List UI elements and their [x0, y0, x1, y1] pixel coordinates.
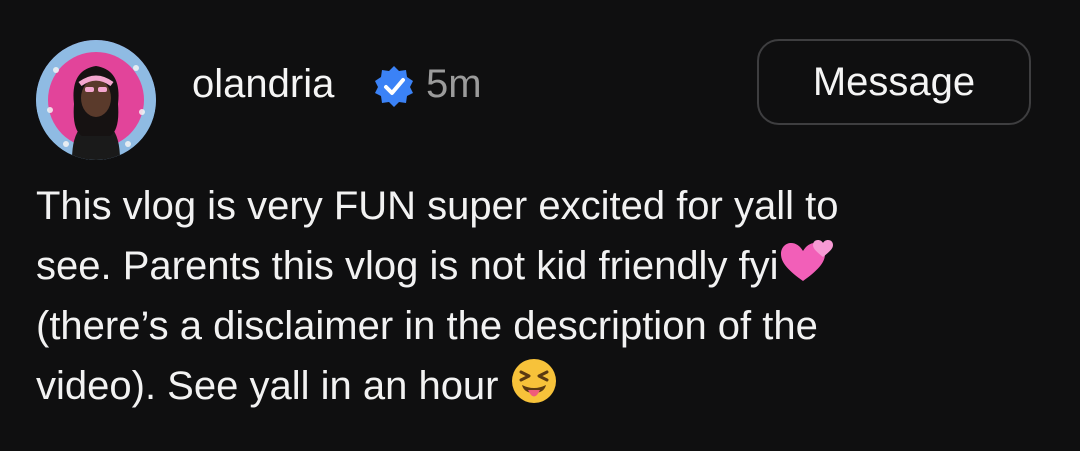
post-text-line: video). See yall in an hour [36, 364, 499, 408]
post-text: This vlog is very FUN super excited for … [36, 176, 1046, 416]
post-text-line: see. Parents this vlog is not kid friend… [36, 244, 779, 288]
two-hearts-emoji [780, 240, 833, 281]
avatar[interactable] [36, 40, 156, 160]
post-text-line-with-emoji: video). See yall in an hour [36, 356, 1046, 416]
post-timestamp: 5m [426, 62, 482, 106]
verified-badge-icon [375, 66, 413, 107]
post-text-line-with-emoji: see. Parents this vlog is not kid friend… [36, 236, 1046, 296]
author-username[interactable]: olandria [192, 62, 334, 107]
message-button[interactable]: Message [757, 39, 1031, 125]
post-text-line: (there’s a disclaimer in the description… [36, 304, 818, 348]
post-text-line: This vlog is very FUN super excited for … [36, 184, 839, 228]
squinting-tongue-face-emoji [511, 359, 556, 403]
avatar-image [36, 40, 156, 160]
